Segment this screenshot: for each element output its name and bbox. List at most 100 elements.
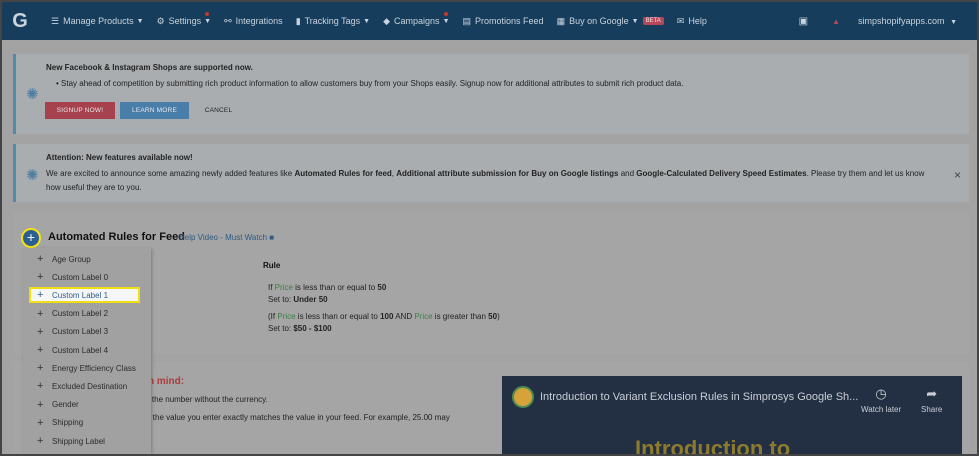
dropdown-item[interactable]: + Excluded Destination — [23, 378, 151, 394]
dropdown-item[interactable]: + Custom Label 0 — [23, 269, 151, 285]
dropdown-item-label: Gender — [52, 400, 79, 410]
feature-name: Additional attribute submission for Buy … — [396, 169, 619, 178]
doc-icon: ▤ — [462, 15, 472, 26]
dropdown-item[interactable]: + Custom Label 1 — [29, 287, 140, 304]
id-card-icon[interactable]: ▣ — [799, 16, 808, 27]
tag-icon: ◆ — [383, 15, 391, 26]
store-menu[interactable]: simpshopifyapps.com ▼ — [858, 16, 957, 26]
comment-icon: ✉ — [676, 15, 685, 26]
add-rule-button[interactable]: + — [21, 228, 41, 248]
rule-set-value: $50 - $100 — [293, 324, 332, 333]
signup-now-button[interactable]: Signup now! — [45, 102, 115, 119]
new-features-banner: ✺ Attention: New features available now!… — [13, 144, 969, 202]
plus-icon: + — [37, 398, 44, 411]
text-part: (If — [268, 312, 278, 321]
text-part: is greater than — [432, 312, 489, 321]
text-part: If — [268, 283, 275, 292]
nav-label: Settings — [168, 16, 202, 26]
feature-name: Google-Calculated Delivery Speed Estimat… — [636, 169, 807, 178]
dropdown-item-label: Age Group — [52, 254, 91, 264]
share-icon: ➦ — [926, 386, 938, 401]
watch-later-button[interactable]: ◷ Watch later — [861, 386, 901, 414]
watch-later-label: Watch later — [861, 405, 902, 414]
rule-value: 100 — [380, 312, 394, 321]
plus-icon: + — [37, 380, 44, 393]
dropdown-item[interactable]: + Shipping — [23, 415, 151, 431]
video-player[interactable]: Introduction to Variant Exclusion Rules … — [502, 376, 962, 456]
nav-help[interactable]: ✉ Help — [677, 16, 707, 27]
text-part: ) — [497, 312, 500, 321]
nav-label: Promotions Feed — [475, 16, 544, 26]
rule-field: Price — [274, 283, 293, 292]
dropdown-item[interactable]: + Shipping Label — [23, 433, 151, 449]
chevron-down-icon: ▼ — [442, 17, 450, 25]
text-part: and — [618, 169, 637, 178]
plus-icon: + — [37, 253, 44, 265]
dropdown-item[interactable]: + Custom Label 2 — [23, 306, 151, 322]
chevron-down-icon: ▼ — [136, 17, 144, 25]
video-camera-icon: ■ — [269, 233, 275, 242]
dropdown-item-label: Shipping Label — [52, 436, 105, 446]
beta-badge: BETA — [642, 17, 664, 25]
notification-dot — [443, 11, 448, 16]
nav-buy-on-google[interactable]: ▦ Buy on Google ▼ BETA — [557, 16, 664, 27]
nav-manage-products[interactable]: ☰ Manage Products ▼ — [51, 16, 144, 27]
dropdown-item[interactable]: + Custom Label 3 — [23, 324, 151, 340]
rule-2-set: Set to: $50 - $100 — [268, 324, 332, 333]
learn-more-button[interactable]: Learn more — [120, 102, 189, 119]
close-icon[interactable]: × — [954, 168, 961, 182]
cancel-button[interactable]: Cancel — [196, 102, 241, 119]
help-video-link[interactable]: Help Video - Must Watch ■ — [179, 233, 274, 242]
note-line-2: sure the value you enter exactly matches… — [135, 413, 450, 422]
banner-text: We are excited to announce some amazing … — [46, 167, 951, 195]
banner-text: Stay ahead of competition by submitting … — [61, 79, 684, 88]
app-logo[interactable]: G — [2, 2, 38, 40]
text-part: We are excited to announce some amazing … — [46, 169, 295, 178]
dropdown-item[interactable]: + Custom Label 4 — [23, 342, 151, 358]
nav-integrations[interactable]: ⚯ Integrations — [224, 16, 283, 27]
channel-logo — [512, 386, 534, 408]
rules-title: Automated Rules for Feed — [48, 231, 185, 243]
notes-heading: n mind: — [148, 376, 185, 387]
rule-2-condition: (If Price is less than or equal to 100 A… — [268, 312, 500, 321]
plus-icon: + — [37, 435, 44, 447]
nav-promotions-feed[interactable]: ▤ Promotions Feed — [463, 16, 544, 27]
chevron-down-icon: ▼ — [950, 19, 957, 26]
chevron-down-icon: ▼ — [631, 17, 639, 25]
video-title[interactable]: Introduction to Variant Exclusion Rules … — [540, 391, 858, 403]
gear-burst-icon: ✺ — [26, 167, 39, 184]
nav-label: Help — [688, 16, 707, 26]
plug-icon: ⚯ — [224, 15, 232, 26]
dropdown-item[interactable]: + Age Group — [23, 251, 151, 267]
gear-burst-icon: ✺ — [26, 86, 39, 103]
dropdown-item[interactable]: + Gender — [23, 397, 151, 413]
bell-icon[interactable]: ▲ — [832, 17, 840, 26]
clock-icon: ◷ — [875, 386, 887, 401]
notification-dot — [205, 11, 210, 16]
video-thumbnail-text: Introduction to — [635, 436, 791, 456]
dropdown-item[interactable]: + Energy Efficiency Class — [23, 360, 151, 376]
facebook-shops-banner: ✺ New Facebook & Instagram Shops are sup… — [13, 54, 969, 134]
dropdown-item-label: Custom Label 3 — [52, 327, 109, 337]
gear-icon: ⚙ — [156, 15, 165, 26]
dropdown-item-label: Shipping — [52, 418, 84, 428]
dropdown-item-label: Energy Efficiency Class — [52, 363, 136, 373]
dropdown-item-label: Custom Label 2 — [52, 309, 109, 319]
text-part: Set to: — [268, 324, 294, 333]
nav-settings[interactable]: ⚙ Settings ▼ — [156, 11, 212, 27]
plus-icon: + — [37, 344, 44, 356]
nav-right: ▣ ▲ simpshopifyapps.com ▼ — [799, 2, 957, 40]
text-part: AND — [393, 312, 415, 321]
rule-column-header: Rule — [263, 261, 281, 270]
chart-icon: ▮ — [295, 15, 301, 26]
cart-icon: ▦ — [556, 15, 566, 26]
plus-icon: + — [37, 271, 44, 284]
share-button[interactable]: ➦ Share — [921, 386, 942, 414]
text-part: . Please try them and let us know — [806, 169, 925, 178]
nav-label: Manage Products — [63, 16, 134, 26]
plus-icon: + — [37, 325, 44, 338]
nav-campaigns[interactable]: ◆ Campaigns ▼ — [383, 11, 450, 27]
top-navbar: G ☰ Manage Products ▼ ⚙ Settings ▼ ⚯ Int… — [2, 2, 977, 40]
nav-tracking-tags[interactable]: ▮ Tracking Tags ▼ — [296, 16, 370, 27]
chevron-down-icon: ▼ — [204, 17, 212, 25]
